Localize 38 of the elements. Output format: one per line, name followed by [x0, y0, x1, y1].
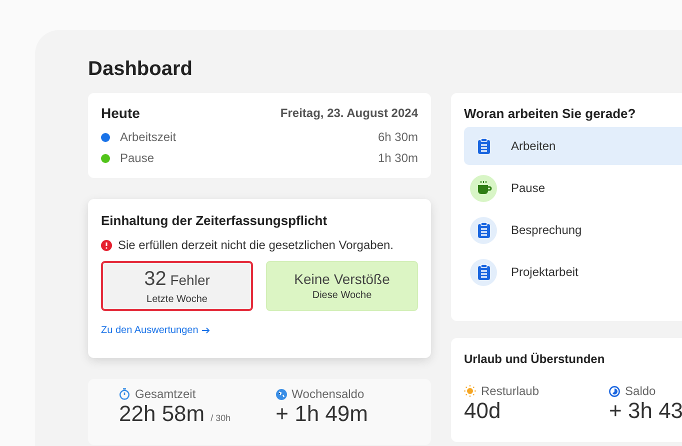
stat-label: Saldo [625, 384, 656, 398]
stat-label: Resturlaub [481, 384, 540, 398]
stat-value: 22h 58m [119, 403, 205, 425]
stat-label: Gesamtzeit [135, 387, 196, 401]
entry-value: 6h 30m [378, 130, 418, 144]
reports-link[interactable]: Zu den Auswertungen [101, 325, 210, 336]
tile-caption: Letzte Woche [146, 294, 208, 304]
stat-value: + 1h 49m [276, 403, 368, 425]
coffee-cup-icon [476, 180, 492, 196]
card-title: Heute [101, 105, 140, 121]
activity-item[interactable]: Projektarbeit [464, 253, 682, 291]
card-title: Urlaub und Überstunden [464, 352, 605, 366]
stopwatch-icon [119, 388, 130, 400]
entry-label: Arbeitszeit [120, 130, 176, 144]
clock-icon [609, 386, 620, 396]
arrow-right-icon [202, 327, 210, 334]
date-text: Freitag, 23. August 2024 [280, 106, 418, 120]
activity-item[interactable]: Besprechung [464, 211, 682, 249]
card-title: Einhaltung der Zeiterfassungspflicht [101, 213, 328, 228]
tile-caption: Diese Woche [312, 290, 372, 301]
entry-value: 1h 30m [378, 151, 418, 165]
clipboard-icon [476, 138, 490, 154]
stat-target: / 30h [210, 413, 231, 423]
stat-value: + 3h 43 [609, 400, 682, 422]
page-title: Dashboard [88, 58, 194, 81]
stat-value: 40d [464, 400, 501, 422]
clipboard-icon [476, 264, 490, 280]
error-count: 32 Fehler [144, 268, 210, 290]
activity-item[interactable]: Pause [464, 169, 682, 207]
sun-icon [464, 385, 476, 397]
tile-status: Keine Verstöße [294, 271, 390, 287]
warning-text: Sie erfüllen derzeit nicht die gesetzlichen Vorgaben. [118, 238, 394, 252]
card-title: Woran arbeiten Sie gerade? [464, 106, 636, 121]
stat-label: Wochensaldo [292, 387, 364, 401]
activity-item[interactable]: Arbeiten [464, 127, 682, 165]
entry-label: Pause [120, 151, 154, 165]
error-icon [101, 240, 112, 250]
clipboard-icon [476, 222, 490, 238]
